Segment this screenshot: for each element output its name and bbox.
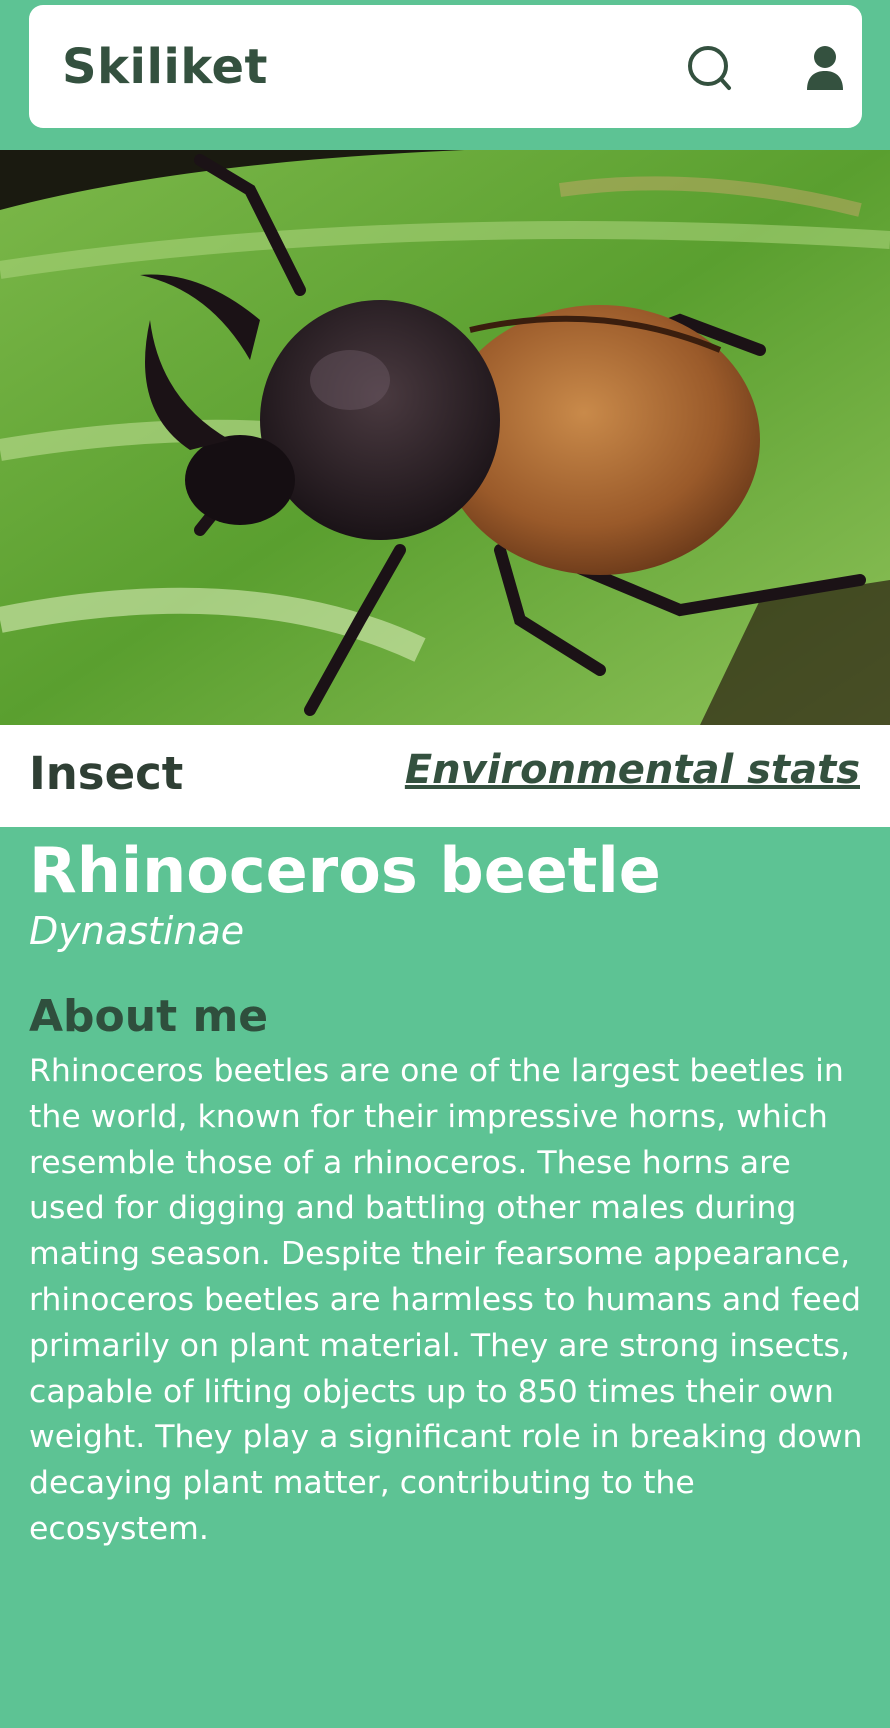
- species-tag-row: Insect Environmental stats: [0, 725, 890, 827]
- species-photo: [0, 150, 890, 725]
- beetle-photo-illustration: [0, 150, 890, 725]
- search-icon: [688, 46, 731, 90]
- search-button[interactable]: [685, 43, 737, 95]
- header-card: Skiliket: [29, 5, 862, 128]
- app-title: Skiliket: [62, 39, 268, 95]
- top-bar: Skiliket: [0, 0, 890, 150]
- environmental-stats-link[interactable]: Environmental stats: [405, 747, 860, 793]
- category-label: Insect: [29, 747, 184, 800]
- about-description: Rhinoceros beetles are one of the larges…: [29, 1053, 863, 1547]
- profile-button[interactable]: [799, 43, 851, 95]
- user-icon: [807, 46, 843, 90]
- about-heading: About me: [29, 991, 269, 1042]
- species-common-name: Rhinoceros beetle: [29, 834, 661, 907]
- species-scientific-name: Dynastinae: [29, 909, 245, 953]
- species-details: Rhinoceros beetle Dynastinae About me Rh…: [29, 835, 869, 1553]
